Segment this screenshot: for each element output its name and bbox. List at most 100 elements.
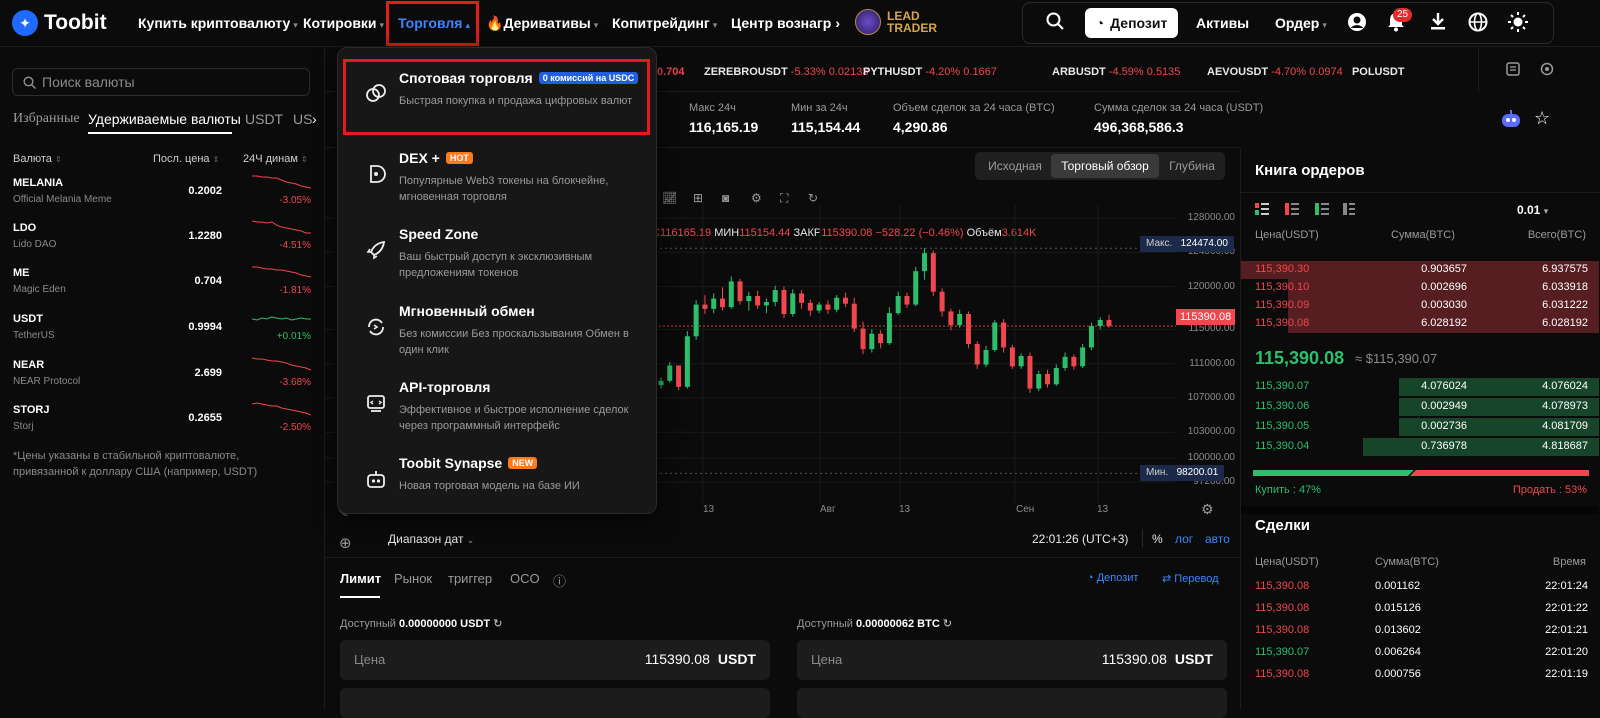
nav-quotes[interactable]: Котировки ▾ (303, 15, 384, 31)
view-bids-icon (1315, 203, 1329, 215)
ask-total: 6.033918 (1542, 281, 1588, 293)
column-last-price[interactable]: Посл. цена ⇕ (153, 153, 219, 165)
sell-price-input[interactable]: Цена 115390.08 USDT (797, 640, 1227, 680)
row-change: +0.01% (276, 331, 311, 342)
tab-holdings[interactable]: Удерживаемые валюты (88, 111, 241, 127)
tabs-scroll-right-icon[interactable]: › (312, 111, 317, 127)
ticker-item-pyth[interactable]: PYTHUSDT -4.20% 0.1667 (863, 66, 997, 78)
bid-row[interactable]: 115,390.04 0.736978 4.818687 (1241, 438, 1599, 456)
menu-item-description: Ваш быстрый доступ к эксклюзивным предло… (399, 251, 593, 279)
buy-price-input[interactable]: Цена 115390.08 USDT (340, 640, 770, 680)
orderbook-title: Книга ордеров (1255, 162, 1365, 179)
candle-body (1106, 320, 1112, 327)
date-range-selector[interactable]: Диапазон дат ⌄ (388, 532, 474, 546)
camera-icon[interactable]: ◙ (722, 191, 729, 205)
ask-row[interactable]: 115,390.08 6.028192 6.028192 (1241, 315, 1599, 333)
tab-original[interactable]: Исходная (979, 152, 1051, 180)
precision-selector[interactable]: 0.01 ▾ (1517, 203, 1548, 217)
sort-icon: ⇕ (301, 155, 308, 164)
ask-row[interactable]: 115,390.30 0.903657 6.937575 (1241, 261, 1599, 279)
tab-depth[interactable]: Глубина (1161, 152, 1223, 180)
buy-ratio-label: Купить : 47% (1255, 484, 1321, 496)
globe-icon[interactable] (1468, 12, 1488, 36)
tab-usdc[interactable]: US (293, 111, 312, 127)
zoom-in-icon[interactable]: ⊕ (339, 534, 352, 552)
ticker-item-aevo-wrap[interactable]: AEVOUSDT -4.70% 0.0974 POLUSDT (1207, 66, 1477, 78)
nav-buy-crypto[interactable]: Купить криптовалюту ▾ (138, 15, 298, 31)
candle-body (684, 336, 690, 387)
tab-favorites[interactable]: Избранные (13, 111, 80, 127)
nav-orders[interactable]: Ордер ▾ (1275, 15, 1327, 31)
tab-trigger[interactable]: триггер (448, 571, 492, 586)
column-24h-change[interactable]: 24Ч динам ⇕ (243, 153, 308, 165)
nav-copytrading[interactable]: Копитрейдинг ▾ (612, 15, 717, 31)
lead-trader-banner[interactable]: LEAD TRADER (855, 9, 937, 35)
orderbook-view-toggles[interactable] (1255, 203, 1355, 217)
tab-usdt[interactable]: USDT (245, 111, 283, 127)
ask-row[interactable]: 115,390.09 0.003030 6.031222 (1241, 297, 1599, 315)
chevron-down-icon: ▾ (1543, 206, 1549, 216)
fullscreen-icon[interactable]: ⛶ (780, 191, 788, 206)
refresh-balance-icon[interactable]: ↻ (943, 618, 952, 630)
user-avatar-icon[interactable] (1347, 12, 1367, 36)
bid-row[interactable]: 115,390.07 4.076024 4.076024 (1241, 378, 1599, 396)
notes-icon[interactable] (1506, 62, 1520, 79)
indicator-icon[interactable]: 📈︎ (662, 191, 677, 205)
row-name: Lido DAO (13, 239, 57, 250)
settings-icon[interactable]: ⚙ (751, 191, 762, 205)
transfer-link[interactable]: ⇄ Перевод (1162, 572, 1219, 585)
row-name: Official Melania Meme (13, 194, 112, 205)
column-currency[interactable]: Валюта ⇕ (13, 153, 62, 165)
menu-item-api[interactable]: API-торговля Эффективное и быстрое исполн… (338, 369, 658, 441)
price-label: Цена (354, 652, 386, 667)
menu-item-swap[interactable]: Мгновенный обмен Без комиссии Без проскал… (338, 293, 658, 365)
tab-market[interactable]: Рынок (394, 571, 432, 586)
layout-grid-icon[interactable]: ⊞ (693, 191, 703, 205)
download-icon[interactable] (1430, 12, 1446, 34)
deposit-icon: ◔ (1095, 15, 1105, 31)
tab-trading-view[interactable]: Торговый обзор (1051, 154, 1159, 178)
menu-item-description: Популярные Web3 токены на блокчейне, мгн… (399, 175, 609, 203)
assistant-bot-icon[interactable] (1500, 110, 1522, 131)
chart-settings-icon[interactable]: ⚙ (1201, 501, 1214, 518)
sell-ratio-fill (1409, 470, 1589, 476)
ticker-item-zerebro[interactable]: ZEREBROUSDT -5.33% 0.02133 (704, 66, 868, 78)
refresh-balance-icon[interactable]: ↻ (493, 618, 502, 630)
candle-body (825, 304, 831, 310)
refresh-icon[interactable]: ↻ (808, 191, 818, 205)
sell-amount-input[interactable] (797, 688, 1227, 718)
tab-limit[interactable]: Лимит (340, 571, 381, 586)
settings-gear-icon[interactable] (1540, 62, 1554, 79)
theme-sun-icon[interactable] (1508, 12, 1528, 36)
auto-scale-toggle[interactable]: авто (1205, 532, 1230, 546)
menu-item-rocket[interactable]: Speed Zone Ваш быстрый доступ к эксклюзив… (338, 216, 658, 288)
bid-row[interactable]: 115,390.05 0.002736 4.081709 (1241, 418, 1599, 436)
nav-label: Центр вознагр (731, 15, 832, 31)
nav-rewards-center[interactable]: Центр вознагр › (731, 15, 840, 31)
toobit-logo[interactable]: ✦ Toobit (12, 10, 107, 36)
ticker-item-arb[interactable]: ARBUSDT -4.59% 0.5135 (1052, 66, 1180, 78)
buy-amount-input[interactable] (340, 688, 770, 718)
search-icon[interactable] (1046, 12, 1064, 34)
market-list-panel: Поиск валюты Избранные Удерживаемые валю… (0, 48, 325, 709)
menu-item-dex[interactable]: DEX + HOT Популярные Web3 токены на блокче… (338, 140, 658, 212)
search-input[interactable]: Поиск валюты (12, 68, 310, 96)
tab-oco[interactable]: OCO (510, 571, 540, 586)
percent-scale-toggle[interactable]: % (1152, 532, 1163, 546)
log-scale-toggle[interactable]: лог (1175, 532, 1193, 546)
max-label: Макс. (1146, 238, 1173, 249)
candle-body (974, 344, 980, 365)
info-icon[interactable]: ⓘ (553, 571, 566, 590)
nav-derivatives[interactable]: 🔥Деривативы ▾ (486, 15, 598, 32)
sparkline-path (252, 357, 311, 371)
menu-item-robot[interactable]: Toobit Synapse NEW Новая торговая модель н… (338, 445, 658, 517)
deposit-link[interactable]: ◔ Депозит (1087, 572, 1138, 584)
deposit-button[interactable]: ◔ Депозит (1085, 8, 1178, 38)
sparkline-path (252, 266, 311, 278)
favorite-star-icon[interactable]: ☆ (1534, 108, 1550, 129)
bid-row[interactable]: 115,390.06 0.002949 4.078973 (1241, 398, 1599, 416)
sparkline-path (252, 175, 311, 189)
buy-sell-ratio-bar (1253, 470, 1589, 476)
nav-assets[interactable]: Активы (1196, 15, 1249, 31)
ask-row[interactable]: 115,390.10 0.002696 6.033918 (1241, 279, 1599, 297)
